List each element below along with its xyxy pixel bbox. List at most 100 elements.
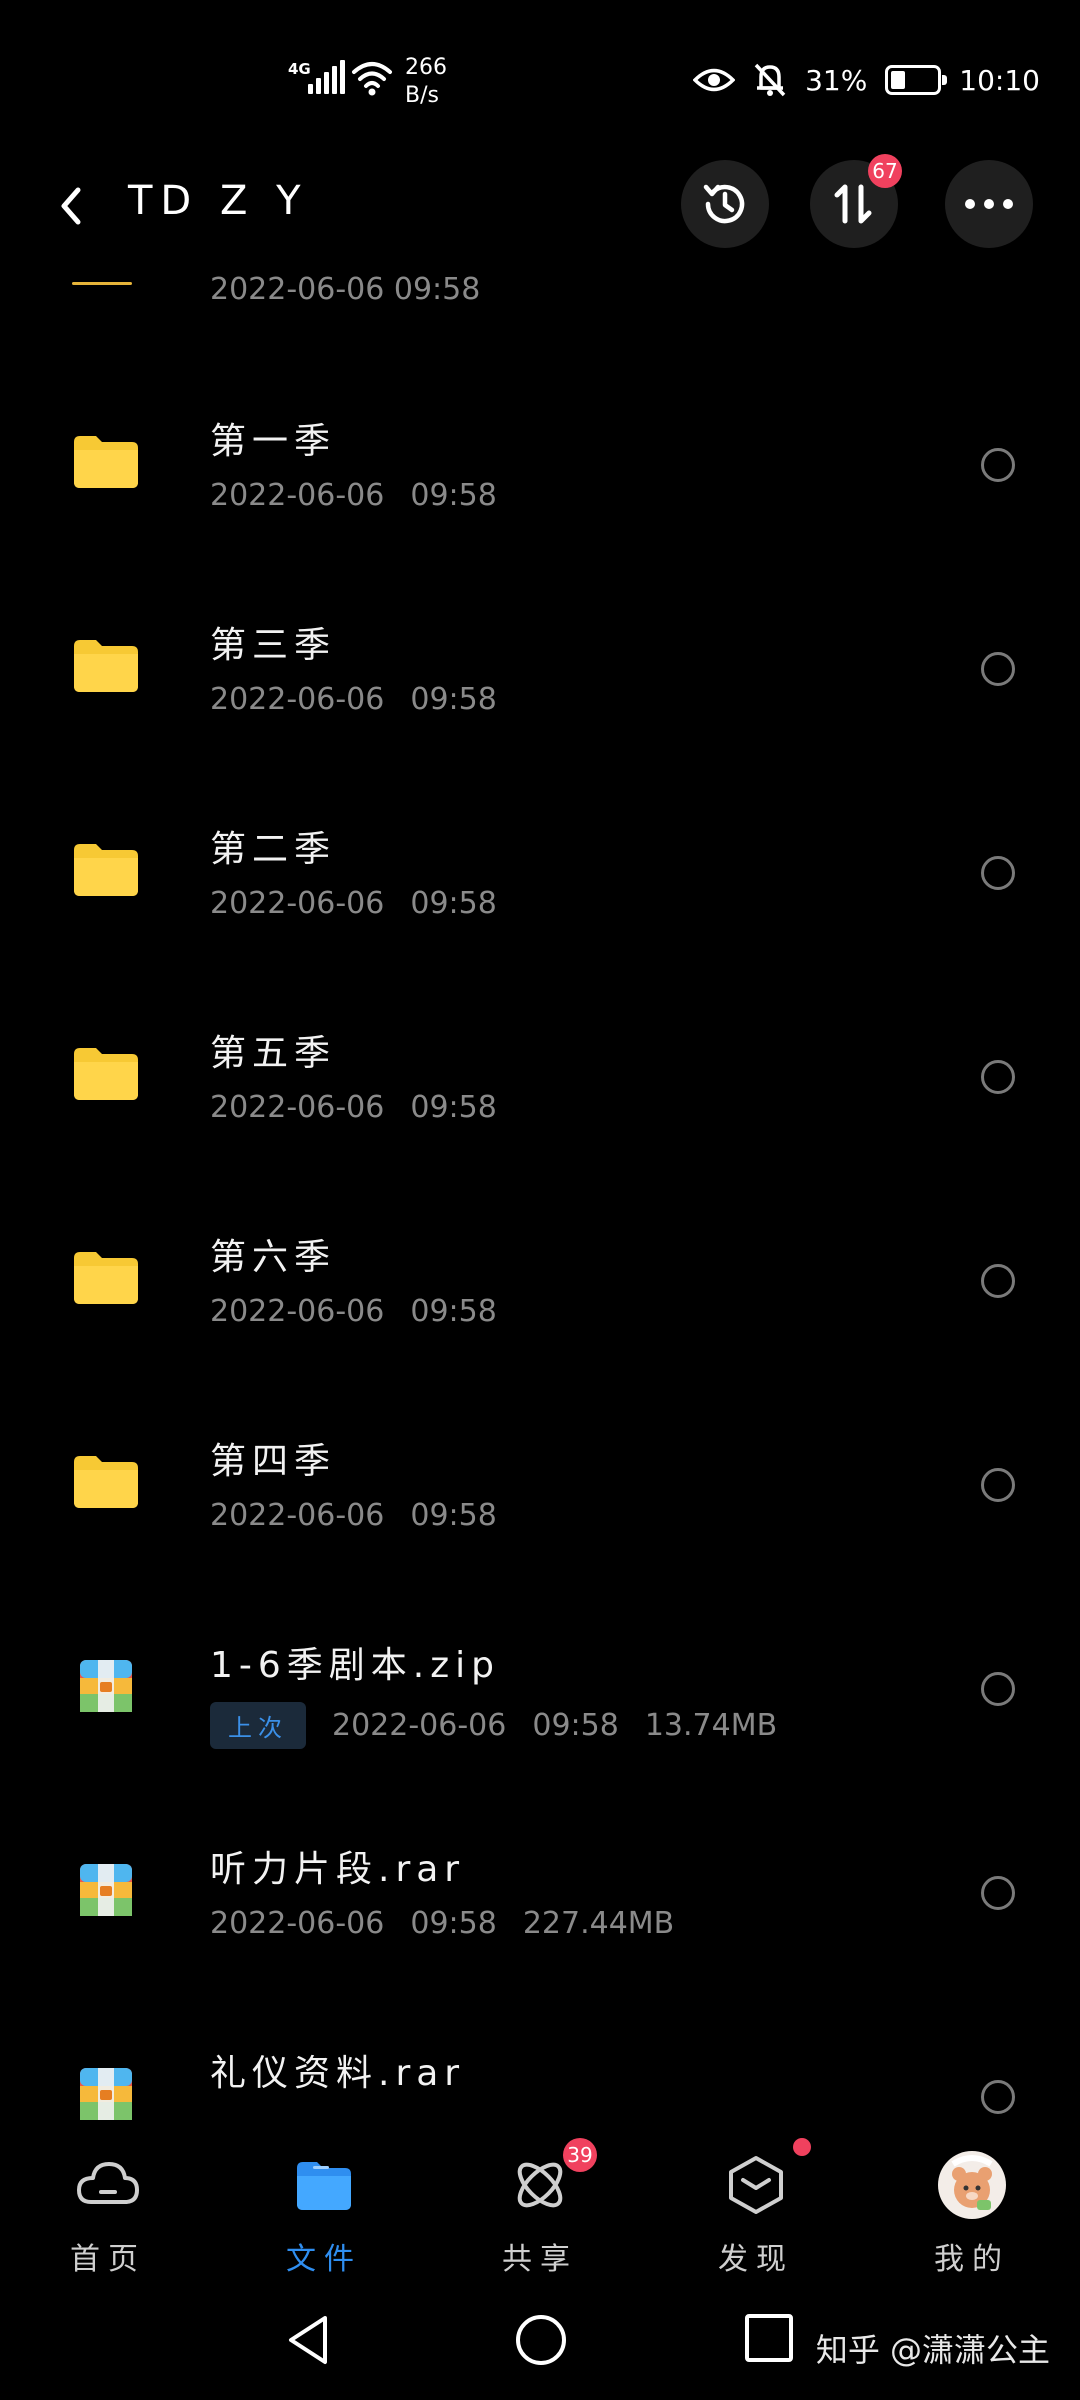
file-time: 09:58 xyxy=(410,1498,497,1533)
bell-muted-icon xyxy=(754,63,786,97)
file-name: 第四季 xyxy=(210,1441,337,1482)
wifi-icon xyxy=(352,62,392,96)
file-time: 09:58 xyxy=(410,1090,497,1125)
select-radio[interactable] xyxy=(981,1060,1015,1094)
file-name: 礼仪资料.rar xyxy=(210,2053,466,2094)
box-icon xyxy=(729,2156,783,2214)
file-list-item[interactable]: 第二季 2022-06-06 09:58 xyxy=(0,770,1080,974)
file-list-item[interactable]: 第四季 2022-06-06 09:58 xyxy=(0,1382,1080,1586)
file-date: 2022-06-06 xyxy=(210,1498,385,1533)
back-arrow-icon[interactable] xyxy=(50,178,98,234)
more-options-button[interactable] xyxy=(945,160,1033,248)
transfer-count-badge: 67 xyxy=(868,154,902,188)
file-list-item[interactable]: 第五季 2022-06-06 09:58 xyxy=(0,974,1080,1178)
file-meta: 2022-06-06 09:58 xyxy=(210,1090,523,1125)
file-time: 09:58 xyxy=(410,478,497,513)
select-radio[interactable] xyxy=(981,1876,1015,1910)
select-radio[interactable] xyxy=(981,856,1015,890)
network-speed: 266 B/s xyxy=(405,54,447,110)
battery-percent: 31% xyxy=(805,63,868,97)
file-date: 2022-06-06 xyxy=(210,1294,385,1329)
folder-icon xyxy=(72,1046,140,1106)
file-list-item[interactable]: 第一季 2022-06-06 09:58 xyxy=(0,362,1080,566)
file-meta: 上次 2022-06-06 09:58 13.74MB xyxy=(210,1702,803,1749)
file-date: 2022-06-06 xyxy=(210,478,385,513)
history-icon xyxy=(703,184,745,224)
select-radio[interactable] xyxy=(981,1468,1015,1502)
nav-files[interactable]: 文件 xyxy=(234,2130,414,2277)
nav-home-label: 首页 xyxy=(70,2242,146,2277)
cloud-icon xyxy=(77,2162,139,2204)
file-name: 第一季 xyxy=(210,421,337,462)
file-meta: 2022-06-06 09:58 xyxy=(210,1498,523,1533)
nav-files-label: 文件 xyxy=(286,2242,362,2277)
folder-icon xyxy=(72,1250,140,1310)
top-bar: TD Z Y 67 xyxy=(0,150,1080,260)
transfer-button[interactable]: 67 xyxy=(810,154,902,248)
file-name: 第二季 xyxy=(210,829,337,870)
nav-profile[interactable]: 我的 xyxy=(882,2130,1062,2277)
file-time: 09:58 xyxy=(410,682,497,717)
folder-icon xyxy=(72,842,140,902)
folder-icon xyxy=(72,434,140,494)
select-radio[interactable] xyxy=(981,1264,1015,1298)
file-name: 1-6季剧本.zip xyxy=(210,1645,500,1686)
file-meta: 2022-06-06 09:58 xyxy=(210,1294,523,1329)
file-name: 第六季 xyxy=(210,1237,337,1278)
file-meta: 2022-06-06 09:58 xyxy=(210,682,523,717)
file-date: 2022-06-06 xyxy=(210,682,385,717)
discover-notification-dot xyxy=(793,2138,811,2156)
file-time: 09:58 xyxy=(410,886,497,921)
file-name: 第三季 xyxy=(210,625,337,666)
partial-folder-icon xyxy=(72,282,132,285)
status-bar: 4G 266 B/s 31% 10:10 xyxy=(0,0,1080,160)
battery-icon xyxy=(885,65,948,95)
nav-discover[interactable]: 发现 xyxy=(666,2130,846,2277)
cellular-signal-icon: 4G xyxy=(288,60,345,100)
file-list-item[interactable]: 1-6季剧本.zip 上次 2022-06-06 09:58 13.74MB xyxy=(0,1586,1080,1790)
file-date: 2022-06-06 xyxy=(332,1708,507,1743)
nav-share[interactable]: 39 共享 xyxy=(450,2130,630,2277)
nav-home[interactable]: 首页 xyxy=(18,2130,198,2277)
file-meta: 2022-06-06 09:58 227.44MB xyxy=(210,1906,700,1941)
file-time: 09:58 xyxy=(410,1294,497,1329)
clock: 10:10 xyxy=(959,63,1040,97)
share-count-badge: 39 xyxy=(563,2138,597,2172)
archive-icon xyxy=(78,2066,146,2126)
file-meta: 2022-06-06 09:58 xyxy=(210,886,523,921)
file-size: 13.74MB xyxy=(644,1708,778,1743)
file-size: 227.44MB xyxy=(522,1906,675,1941)
folder-icon xyxy=(297,2162,351,2210)
file-time: 09:58 xyxy=(532,1708,619,1743)
more-dots-icon xyxy=(965,199,1013,209)
partial-item-date: 2022-06-06 09:58 xyxy=(210,272,481,307)
speed-unit: B/s xyxy=(405,83,439,108)
system-recents-icon[interactable] xyxy=(743,2312,795,2364)
select-radio[interactable] xyxy=(981,448,1015,482)
archive-icon xyxy=(78,1862,146,1922)
file-name: 第五季 xyxy=(210,1033,337,1074)
select-radio[interactable] xyxy=(981,652,1015,686)
last-opened-tag: 上次 xyxy=(210,1702,306,1749)
system-home-icon[interactable] xyxy=(513,2312,569,2368)
file-list-item[interactable]: 第三季 2022-06-06 09:58 xyxy=(0,566,1080,770)
select-radio[interactable] xyxy=(981,2080,1015,2114)
nav-share-label: 共享 xyxy=(502,2242,578,2277)
nav-discover-label: 发现 xyxy=(718,2242,794,2277)
folder-icon xyxy=(72,638,140,698)
speed-value: 266 xyxy=(405,55,447,80)
file-date: 2022-06-06 xyxy=(210,1906,385,1941)
nav-profile-label: 我的 xyxy=(934,2242,1010,2277)
file-date: 2022-06-06 xyxy=(210,1090,385,1125)
avatar xyxy=(938,2151,1006,2219)
bottom-nav: 首页 文件 39 共享 发现 我的 xyxy=(0,2130,1080,2277)
file-list-item[interactable]: 听力片段.rar 2022-06-06 09:58 227.44MB xyxy=(0,1790,1080,1994)
file-list-item[interactable]: 第六季 2022-06-06 09:58 xyxy=(0,1178,1080,1382)
watermark: 知乎 @潇潇公主 xyxy=(815,2331,1050,2369)
archive-icon xyxy=(78,1658,146,1718)
file-time: 09:58 xyxy=(410,1906,497,1941)
folder-icon xyxy=(72,1454,140,1514)
system-back-icon[interactable] xyxy=(283,2312,333,2368)
select-radio[interactable] xyxy=(981,1672,1015,1706)
history-button[interactable] xyxy=(681,160,769,248)
